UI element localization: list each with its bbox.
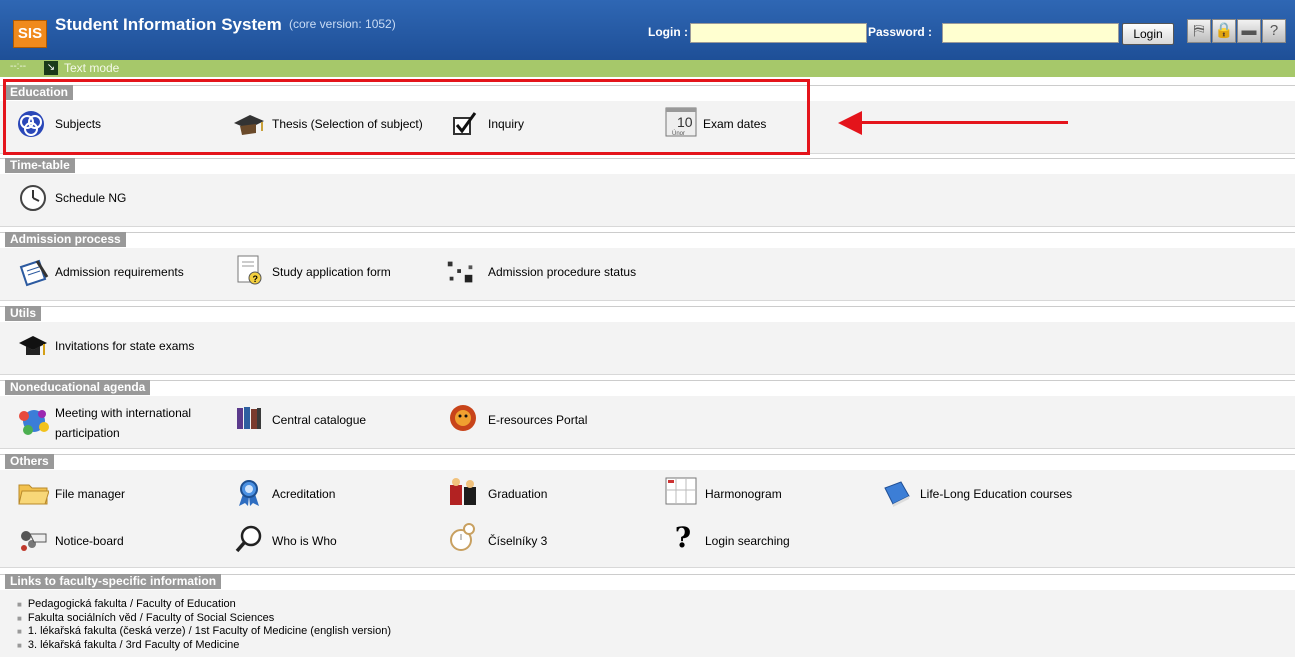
central-catalogue-link[interactable]: Central catalogue (272, 413, 366, 427)
schedule-ng-link[interactable]: Schedule NG (55, 191, 126, 205)
lion-portal-icon[interactable] (446, 402, 480, 434)
section-admission (0, 248, 1295, 301)
text-mode-link[interactable]: Text mode (64, 61, 119, 75)
faculty-link[interactable]: 3. lékařská fakulta / 3rd Faculty of Med… (17, 639, 391, 653)
nav-clock: --:-- (10, 61, 27, 72)
annotation-arrow-shaft (860, 121, 1068, 124)
notice-board-link[interactable]: Notice-board (55, 534, 124, 548)
folder-icon[interactable] (16, 477, 50, 509)
admission-requirements-link[interactable]: Admission requirements (55, 265, 184, 279)
magnifier-icon[interactable] (232, 523, 266, 555)
graduates-icon[interactable] (446, 475, 480, 507)
section-timetable-title: Time-table (5, 158, 75, 173)
login-input[interactable] (690, 23, 867, 43)
globe-people-icon[interactable] (16, 406, 50, 438)
state-exam-invitations-link[interactable]: Invitations for state exams (55, 339, 194, 353)
signpost-icon[interactable]: ▬ (1237, 19, 1261, 43)
meeting-line-2: participation (55, 426, 120, 440)
accessibility-icon[interactable]: ⛿ (1187, 19, 1211, 43)
section-admission-title: Admission process (5, 232, 126, 247)
section-noneducational-title: Noneducational agenda (5, 380, 151, 395)
who-is-who-link[interactable]: Who is Who (272, 534, 337, 548)
annotation-highlight-box (3, 79, 810, 155)
section-others-title: Others (5, 454, 54, 469)
study-application-form-link[interactable]: Study application form (272, 265, 391, 279)
lock-icon[interactable]: 🔒 (1212, 19, 1236, 43)
file-manager-link[interactable]: File manager (55, 487, 125, 501)
document-question-icon[interactable]: ? (232, 254, 266, 286)
divider (0, 454, 1295, 455)
clock-icon[interactable] (16, 182, 50, 214)
faculty-links-list: Pedagogická fakulta / Faculty of Educati… (17, 598, 391, 652)
harmonogram-link[interactable]: Harmonogram (705, 487, 782, 501)
status-dots-icon[interactable] (444, 256, 478, 288)
annotation-arrow-head (838, 111, 862, 135)
help-icon[interactable]: ? (1262, 19, 1286, 43)
book-blue-icon[interactable] (880, 477, 914, 509)
login-label: Login : (648, 25, 688, 39)
section-links-title: Links to faculty-specific information (5, 574, 222, 589)
section-utils-title: Utils (5, 306, 42, 321)
notice-board-icon[interactable] (16, 523, 50, 555)
faculty-link[interactable]: 1. lékařská fakulta (česká verze) / 1st … (17, 625, 391, 639)
app-title: Student Information System (55, 15, 282, 34)
section-noneducational (0, 396, 1295, 449)
text-mode-button[interactable]: ↘ (44, 61, 58, 75)
faculty-link[interactable]: Pedagogická fakulta / Faculty of Educati… (17, 598, 391, 612)
top-bar: SIS Student Information System (core ver… (0, 0, 1295, 60)
acreditation-link[interactable]: Acreditation (272, 487, 335, 501)
meeting-line-1: Meeting with international (55, 406, 192, 420)
divider (0, 158, 1295, 159)
graduation-link[interactable]: Graduation (488, 487, 547, 501)
ciselniky-link[interactable]: Číselníky 3 (488, 534, 547, 548)
svg-text:?: ? (253, 274, 259, 284)
login-searching-link[interactable]: Login searching (705, 534, 790, 548)
meeting-international-link[interactable]: Meeting with international participation (55, 406, 191, 446)
version-text: (core version: 1052) (289, 17, 396, 31)
password-label: Password : (868, 25, 933, 39)
mode-bar: --:-- ↘ Text mode (0, 60, 1295, 77)
books-icon[interactable] (232, 402, 266, 434)
faculty-link[interactable]: Fakulta sociálních věd / Faculty of Soci… (17, 612, 391, 626)
password-input[interactable] (942, 23, 1119, 43)
admission-status-link[interactable]: Admission procedure status (488, 265, 636, 279)
life-long-education-link[interactable]: Life-Long Education courses (920, 487, 1072, 501)
e-resources-portal-link[interactable]: E-resources Portal (488, 413, 587, 427)
question-mark-icon[interactable]: ? (666, 521, 700, 554)
award-ribbon-icon[interactable] (232, 477, 266, 509)
divider (0, 232, 1295, 233)
sis-logo: SIS (13, 20, 47, 48)
mortarboard-icon[interactable] (16, 330, 50, 362)
divider (0, 306, 1295, 307)
stopwatch-icon[interactable] (446, 521, 480, 553)
harmonogram-calendar-icon[interactable] (664, 475, 698, 507)
section-timetable (0, 174, 1295, 227)
section-others (0, 470, 1295, 568)
login-button[interactable]: Login (1122, 23, 1174, 45)
form-pen-icon[interactable] (16, 256, 50, 288)
divider (0, 380, 1295, 381)
